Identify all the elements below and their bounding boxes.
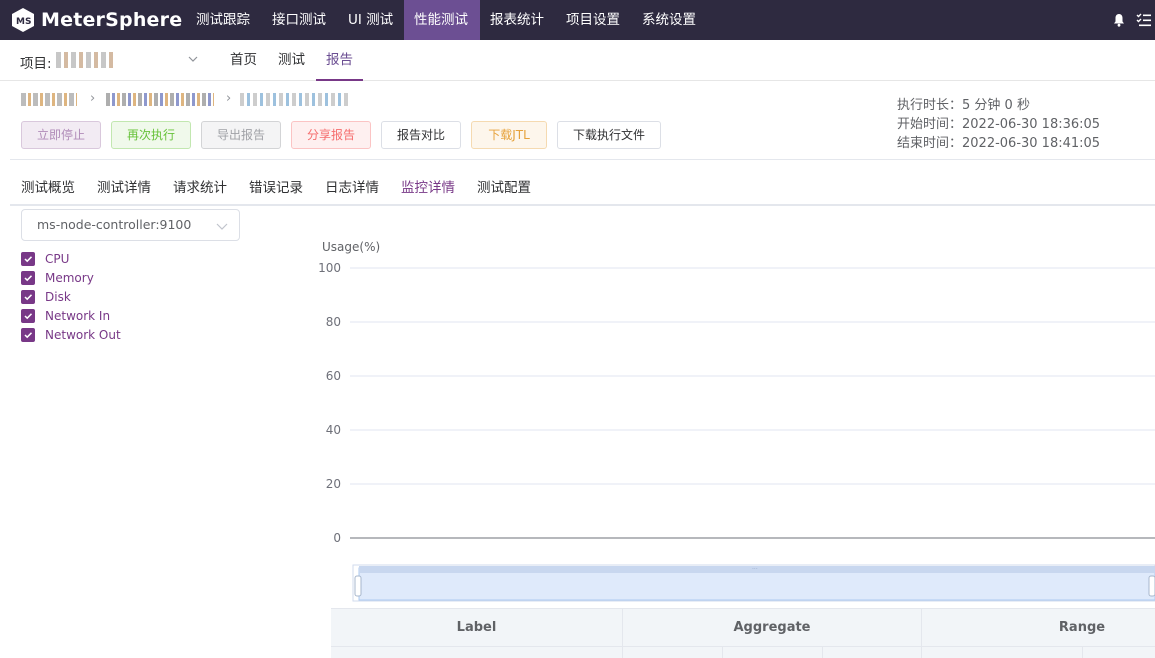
compare-report-button[interactable]: 报告对比 xyxy=(381,121,461,149)
y-axis-label: Usage(%) xyxy=(322,240,380,254)
metric-label: Network Out xyxy=(45,328,121,342)
rerun-button[interactable]: 再次执行 xyxy=(111,121,191,149)
breadcrumb-report-redacted xyxy=(240,93,350,106)
y-tick-label: 20 xyxy=(326,477,341,491)
node-select-value: ms-node-controller:9100 xyxy=(37,217,192,232)
metric-checkbox-cpu[interactable]: CPU xyxy=(21,251,69,267)
project-name-redacted[interactable] xyxy=(56,52,114,68)
checkbox-checked-icon[interactable] xyxy=(21,271,35,285)
export-report-button[interactable]: 导出报告 xyxy=(201,121,281,149)
y-tick-label: 60 xyxy=(326,369,341,383)
tab-monitor-details[interactable]: 监控详情 xyxy=(401,176,455,206)
tab-request-stats[interactable]: 请求统计 xyxy=(173,176,227,204)
column-divider xyxy=(722,646,723,658)
tabs-underline xyxy=(10,204,1155,206)
breadcrumb-separator-icon: › xyxy=(90,91,96,106)
download-jtl-button[interactable]: 下载JTL xyxy=(471,121,547,149)
usage-chart: Usage(%) 100 80 60 40 20 0 ··· xyxy=(318,240,1155,602)
metric-checkbox-disk[interactable]: Disk xyxy=(21,289,71,305)
stop-button[interactable]: 立即停止 xyxy=(21,121,101,149)
nav-test-tracking[interactable]: 测试跟踪 xyxy=(186,0,260,40)
breadcrumb-project-redacted[interactable] xyxy=(21,93,77,106)
start-time-text: 开始时间：2022-06-30 18:36:05 xyxy=(897,117,1101,132)
end-time-text: 结束时间：2022-06-30 18:41:05 xyxy=(897,136,1101,151)
y-tick-label: 40 xyxy=(326,423,341,437)
nav-project-settings[interactable]: 项目设置 xyxy=(556,0,630,40)
column-divider xyxy=(1082,646,1083,658)
zoom-handle-right[interactable] xyxy=(1148,575,1155,597)
metric-checkbox-network-out[interactable]: Network Out xyxy=(21,327,121,343)
metric-label: CPU xyxy=(45,252,70,266)
duration-text: 执行时长：5 分钟 0 秒 xyxy=(897,98,1030,113)
tab-report[interactable]: 报告 xyxy=(316,40,363,81)
checkbox-checked-icon[interactable] xyxy=(21,252,35,266)
tab-error-records[interactable]: 错误记录 xyxy=(249,176,303,204)
column-label[interactable]: Label xyxy=(331,609,622,646)
task-list-icon[interactable] xyxy=(1136,12,1152,28)
header-row-divider xyxy=(331,646,1155,647)
metric-label: Network In xyxy=(45,309,111,323)
app-name: MeterSphere xyxy=(41,9,183,31)
metric-label: Memory xyxy=(45,271,94,285)
tab-log-details[interactable]: 日志详情 xyxy=(325,176,379,204)
share-report-button[interactable]: 分享报告 xyxy=(291,121,371,149)
checkbox-checked-icon[interactable] xyxy=(21,328,35,342)
svg-text:MS: MS xyxy=(16,17,31,27)
grip-icon: ··· xyxy=(752,566,758,573)
tab-overview[interactable]: 测试概览 xyxy=(21,176,75,204)
y-tick-label: 0 xyxy=(333,531,341,545)
nav-system-settings[interactable]: 系统设置 xyxy=(632,0,706,40)
tab-test-details[interactable]: 测试详情 xyxy=(97,176,151,204)
top-nav: MS MeterSphere 测试跟踪 接口测试 UI 测试 性能测试 报表统计… xyxy=(0,0,1155,40)
nav-performance-test[interactable]: 性能测试 xyxy=(404,0,480,40)
breadcrumb-separator-icon: › xyxy=(226,91,232,106)
project-label: 项目: xyxy=(20,56,52,72)
bell-icon[interactable] xyxy=(1112,13,1126,27)
zoom-handle-left[interactable] xyxy=(354,575,362,597)
chevron-down-icon[interactable] xyxy=(188,54,198,64)
metersphere-logo-icon: MS xyxy=(12,8,34,32)
nav-ui-test[interactable]: UI 测试 xyxy=(338,0,403,40)
metric-checkbox-network-in[interactable]: Network In xyxy=(21,308,110,324)
checkbox-checked-icon[interactable] xyxy=(21,290,35,304)
breadcrumb-test-redacted[interactable] xyxy=(106,93,214,106)
node-select[interactable]: ms-node-controller:9100 xyxy=(21,209,240,241)
nav-report-stats[interactable]: 报表统计 xyxy=(480,0,554,40)
column-range[interactable]: Range xyxy=(922,609,1155,646)
metric-checkbox-memory[interactable]: Memory xyxy=(21,270,94,286)
zoom-slider[interactable]: ··· xyxy=(352,564,1155,602)
project-subheader: 项目: 首页 测试 报告 xyxy=(0,40,1155,81)
nav-api-test[interactable]: 接口测试 xyxy=(262,0,336,40)
stats-table-header: Label Aggregate Range xyxy=(331,608,1155,658)
metric-label: Disk xyxy=(45,290,71,304)
download-files-button[interactable]: 下载执行文件 xyxy=(557,121,661,149)
tab-test-config[interactable]: 测试配置 xyxy=(477,176,531,204)
tab-test[interactable]: 测试 xyxy=(278,40,305,79)
column-divider xyxy=(822,646,823,658)
y-tick-label: 100 xyxy=(318,261,341,275)
tab-home[interactable]: 首页 xyxy=(230,40,257,79)
header-divider xyxy=(10,159,1155,160)
chevron-down-icon xyxy=(216,223,228,230)
column-aggregate[interactable]: Aggregate xyxy=(623,609,921,646)
chart-grid: 100 80 60 40 20 0 xyxy=(318,261,1155,545)
y-tick-label: 80 xyxy=(326,315,341,329)
checkbox-checked-icon[interactable] xyxy=(21,309,35,323)
app-logo[interactable]: MS MeterSphere xyxy=(10,7,182,33)
